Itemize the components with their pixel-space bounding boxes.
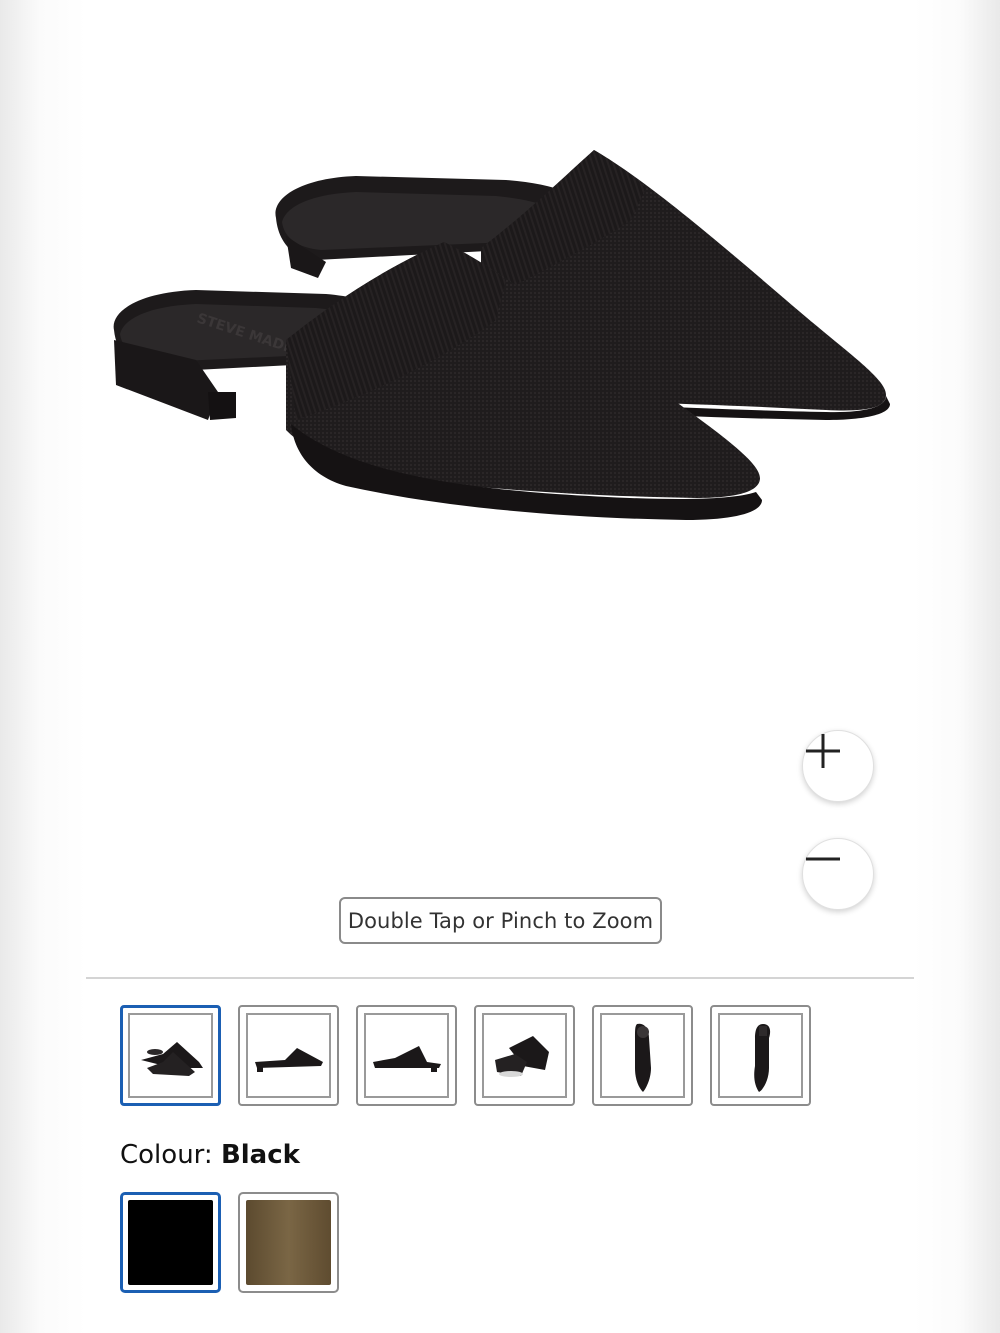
product-image-viewer[interactable]: STEVE MADDEN Double Tap or Pinch to Zoom: [86, 0, 914, 978]
swatch-fill: [128, 1200, 213, 1285]
thumbnail-image: [494, 1035, 549, 1077]
zoom-in-button[interactable]: [802, 730, 874, 802]
product-page: STEVE MADDEN Double Tap or Pinch to Zoom: [86, 0, 914, 1333]
swatch-brown[interactable]: [238, 1192, 339, 1293]
thumbnail-sole-bottom[interactable]: [710, 1005, 811, 1106]
swatch-fill: [246, 1200, 331, 1285]
thumbnail-side-profile-alt[interactable]: [356, 1005, 457, 1106]
thumbnail-image: [140, 1041, 203, 1076]
product-image: STEVE MADDEN: [113, 150, 890, 520]
selected-colour-value: Black: [220, 1140, 300, 1170]
thumbnail-pair-back[interactable]: [474, 1005, 575, 1106]
thumbnail-image: [372, 1045, 441, 1072]
thumbnail-image: [753, 1023, 770, 1092]
thumbnail-image: [634, 1023, 651, 1092]
minus-icon: [806, 857, 840, 861]
plus-icon: [806, 734, 840, 768]
thumbnail-pair-angled[interactable]: [120, 1005, 221, 1106]
thumbnail-image: [254, 1047, 323, 1072]
zoom-hint-label: Double Tap or Pinch to Zoom: [339, 897, 662, 944]
colour-label-text: Colour:: [120, 1140, 213, 1170]
swatch-black[interactable]: [120, 1192, 221, 1293]
zoom-out-button[interactable]: [802, 838, 874, 910]
divider: [86, 977, 914, 979]
thumbnail-side-profile[interactable]: [238, 1005, 339, 1106]
colour-selector-label: Colour: Black: [120, 1140, 300, 1170]
thumbnail-top-down[interactable]: [592, 1005, 693, 1106]
